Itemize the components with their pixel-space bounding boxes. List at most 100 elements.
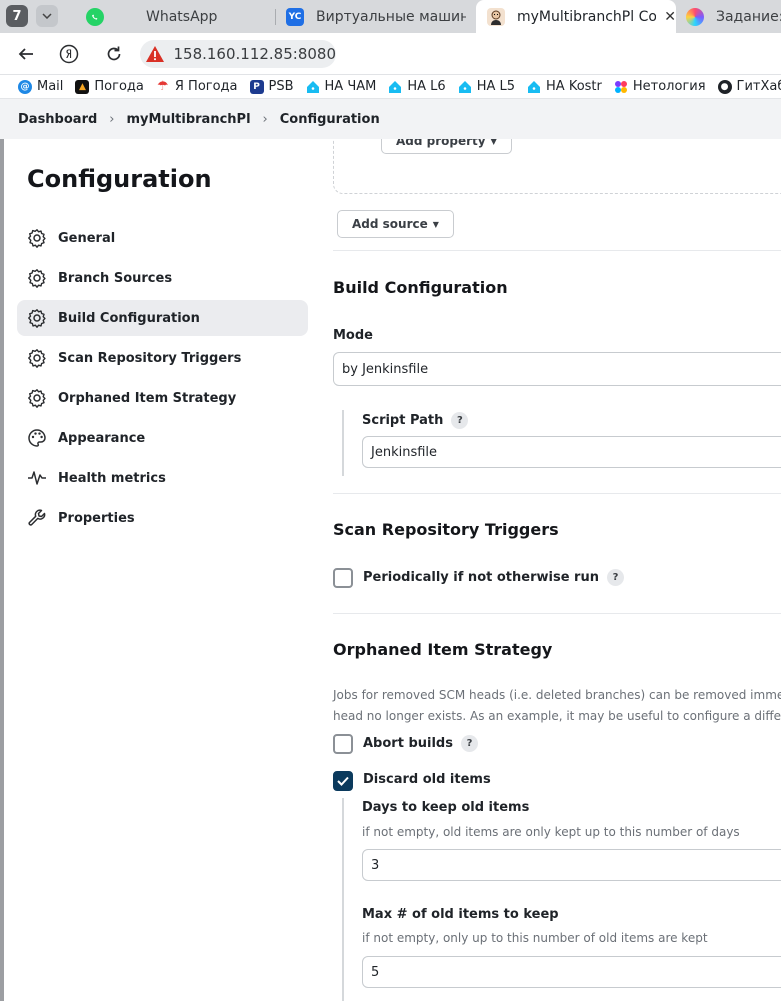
- tab-list-dropdown[interactable]: [36, 5, 58, 27]
- chevron-right-icon: ›: [262, 111, 268, 127]
- abort-builds-label-row: Abort builds ?: [363, 735, 478, 752]
- close-icon[interactable]: ✕: [664, 9, 676, 25]
- tab-yandex-cloud[interactable]: YC Виртуальные машины | Y: [286, 0, 466, 33]
- bookmark-label: PSB: [268, 79, 294, 94]
- warning-icon[interactable]: [144, 43, 165, 65]
- tab-title: Задание: Д: [716, 8, 781, 25]
- sidebar-item-build-configuration[interactable]: Build Configuration: [17, 300, 308, 336]
- add-source-button[interactable]: Add source ▼: [337, 210, 454, 238]
- max-items-description: if not empty, only up to this number of …: [362, 931, 708, 945]
- add-property-label: Add property: [396, 139, 486, 148]
- bookmark-label: Погода: [94, 79, 144, 94]
- tab-title: Виртуальные машины | Y: [316, 8, 466, 25]
- max-items-label: Max # of old items to keep: [362, 907, 559, 922]
- help-icon[interactable]: ?: [606, 569, 624, 586]
- bookmark-label: Mail: [37, 79, 64, 94]
- config-form: Add property ▼ Add source ▼ Build Configur…: [320, 139, 781, 1001]
- tab-separator: [275, 9, 276, 25]
- sidebar-item-properties[interactable]: Properties: [17, 500, 308, 536]
- orphaned-description-line2: head no longer exists. As an example, it…: [333, 709, 781, 723]
- page-title: Configuration: [27, 165, 212, 193]
- netology-icon: [613, 79, 628, 94]
- scan-triggers-heading: Scan Repository Triggers: [333, 520, 559, 539]
- orphaned-description-line1: Jobs for removed SCM heads (i.e. deleted…: [333, 688, 781, 702]
- discard-old-items-label[interactable]: Discard old items: [363, 772, 491, 787]
- help-icon[interactable]: ?: [451, 412, 469, 429]
- section-divider: [333, 250, 781, 251]
- help-icon[interactable]: ?: [460, 735, 478, 752]
- breadcrumb: Dashboard › myMultibranchPl › Configurat…: [0, 99, 781, 139]
- max-items-field[interactable]: 5: [362, 956, 781, 988]
- breadcrumb-job[interactable]: myMultibranchPl: [127, 112, 251, 127]
- days-to-keep-field[interactable]: 3: [362, 849, 781, 881]
- script-path-field[interactable]: Jenkinsfile: [362, 436, 781, 468]
- orphaned-strategy-heading: Orphaned Item Strategy: [333, 640, 553, 659]
- pulse-icon: [27, 468, 47, 488]
- sidebar-item-health-metrics[interactable]: Health metrics: [17, 460, 308, 496]
- chevron-right-icon: ›: [109, 111, 115, 127]
- tab-whatsapp[interactable]: WhatsApp: [86, 0, 266, 33]
- sidebar-nav: General Branch Sources Build Configurati…: [17, 220, 308, 540]
- periodically-label[interactable]: Periodically if not otherwise run: [363, 570, 599, 585]
- url-text: 158.160.112.85:8080: [173, 45, 336, 63]
- mail-icon: @: [18, 79, 32, 94]
- nested-indent-line: [342, 410, 344, 476]
- breadcrumb-configuration[interactable]: Configuration: [280, 112, 380, 127]
- bookmark-psb[interactable]: P PSB: [249, 79, 294, 94]
- tab-jenkins-config[interactable]: myMultibranchPl Config ✕: [476, 0, 676, 33]
- section-divider: [333, 493, 781, 494]
- sidebar-item-orphaned-item-strategy[interactable]: Orphaned Item Strategy: [17, 380, 308, 416]
- bookmark-weather[interactable]: ▲ Погода: [75, 79, 144, 94]
- mode-value: by Jenkinsfile: [342, 361, 429, 377]
- discard-old-items-checkbox[interactable]: [333, 771, 353, 791]
- days-to-keep-description: if not empty, old items are only kept up…: [362, 825, 740, 839]
- sidebar-item-branch-sources[interactable]: Branch Sources: [17, 260, 308, 296]
- bookmark-ha-l5[interactable]: НА L5: [457, 79, 515, 94]
- script-path-value: Jenkinsfile: [371, 444, 438, 460]
- sidebar-item-label: General: [58, 230, 116, 246]
- chevron-down-icon: [42, 13, 52, 19]
- sidebar-item-appearance[interactable]: Appearance: [17, 420, 308, 456]
- bookmark-ya-weather[interactable]: ☂ Я Погода: [155, 79, 238, 94]
- bookmark-ha-cham[interactable]: НА ЧАМ: [305, 79, 376, 94]
- periodically-checkbox[interactable]: [333, 568, 353, 588]
- days-to-keep-value: 3: [371, 857, 380, 873]
- bookmark-label: Нетология: [632, 79, 706, 94]
- gear-icon: [27, 228, 47, 248]
- sidebar-item-general[interactable]: General: [17, 220, 308, 256]
- sidebar-item-label: Orphaned Item Strategy: [58, 390, 237, 406]
- bookmark-github[interactable]: ● ГитХаб: [717, 79, 781, 94]
- periodically-label-row: Periodically if not otherwise run ?: [363, 569, 624, 586]
- github-icon: ●: [717, 79, 732, 94]
- back-button[interactable]: [14, 42, 38, 66]
- browser-tab-bar: 7 WhatsApp YC Виртуальные машины | Y myM…: [0, 0, 781, 33]
- mode-select[interactable]: by Jenkinsfile: [333, 352, 781, 386]
- sidebar-item-scan-repository-triggers[interactable]: Scan Repository Triggers: [17, 340, 308, 376]
- add-property-button[interactable]: Add property ▼: [381, 139, 512, 154]
- checkmark-icon: [337, 776, 349, 786]
- bookmark-ha-kostr[interactable]: НА Kostr: [527, 79, 602, 94]
- tab-count-button[interactable]: 7: [6, 5, 28, 27]
- abort-builds-label[interactable]: Abort builds: [363, 736, 453, 751]
- arrow-left-icon: [18, 48, 33, 60]
- section-divider: [333, 613, 781, 614]
- gear-icon: [27, 348, 47, 368]
- gear-icon: [27, 388, 47, 408]
- bookmark-ha-l6[interactable]: НА L6: [388, 79, 446, 94]
- bookmark-mail[interactable]: @ Mail: [18, 79, 63, 94]
- weather-chart-icon: ▲: [75, 79, 90, 94]
- days-to-keep-label: Days to keep old items: [362, 800, 530, 815]
- max-items-value: 5: [371, 964, 380, 980]
- yandex-button[interactable]: [57, 42, 81, 66]
- sidebar-item-label: Appearance: [58, 430, 146, 446]
- tab-task[interactable]: Задание: Д: [686, 0, 781, 33]
- caret-down-icon: ▼: [432, 219, 439, 229]
- abort-builds-checkbox[interactable]: [333, 734, 353, 754]
- nested-indent-line: [342, 798, 344, 1001]
- url-field[interactable]: 158.160.112.85:8080: [140, 40, 336, 68]
- reload-button[interactable]: [102, 42, 126, 66]
- bookmark-netology[interactable]: Нетология: [613, 79, 706, 94]
- gear-icon: [27, 308, 47, 328]
- breadcrumb-dashboard[interactable]: Dashboard: [18, 112, 97, 127]
- wrench-icon: [27, 508, 47, 528]
